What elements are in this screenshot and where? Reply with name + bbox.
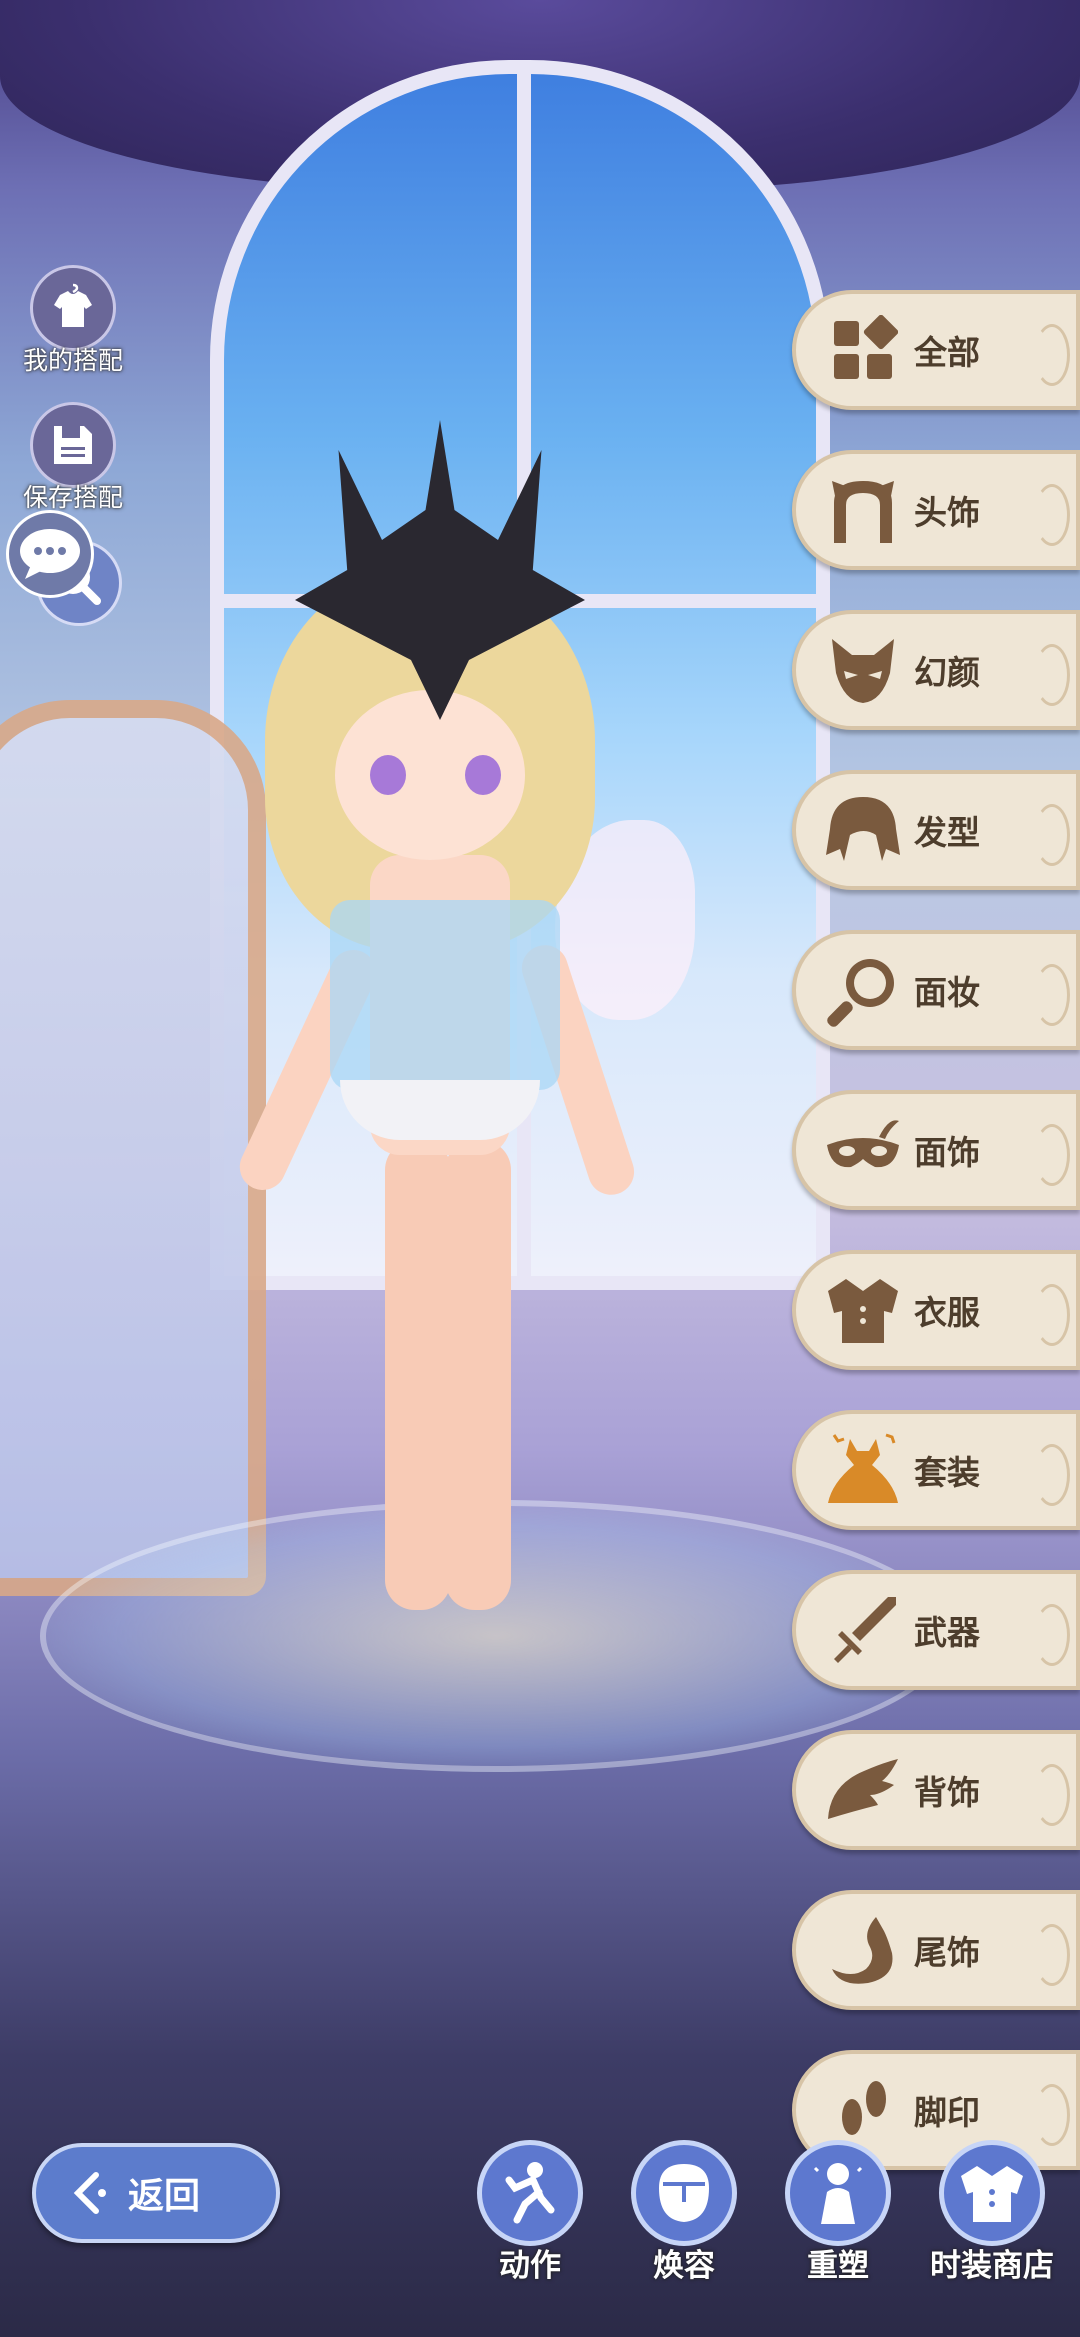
tab-swirl xyxy=(1034,1764,1070,1826)
body-reshape-icon xyxy=(785,2140,891,2246)
character-skirt xyxy=(340,1080,540,1140)
game-screen: { "left_actions": { "my_outfits_label": … xyxy=(0,0,1080,2337)
tab-swirl xyxy=(1034,2084,1070,2146)
tab-swirl xyxy=(1034,1924,1070,1986)
back-label: 返回 xyxy=(128,2176,201,2217)
pose-icon xyxy=(477,2140,583,2246)
fashion-shop-button[interactable]: 时装商店 xyxy=(922,2140,1062,2285)
tab-makeup[interactable]: 面妆 xyxy=(792,930,1080,1050)
tab-weapon-label: 武器 xyxy=(914,1613,980,1652)
reshape-button[interactable]: 重塑 xyxy=(768,2140,908,2285)
tab-swirl xyxy=(1034,484,1070,546)
tab-hairstyle[interactable]: 发型 xyxy=(792,770,1080,890)
grid-icon xyxy=(822,309,904,391)
back-button[interactable]: 返回 xyxy=(32,2143,280,2243)
save-outfit-button[interactable]: 保存搭配 xyxy=(18,402,128,514)
wing-icon xyxy=(822,1749,904,1831)
tail-icon xyxy=(822,1909,904,1991)
tab-swirl xyxy=(1034,1284,1070,1346)
fox-mask-icon xyxy=(822,629,904,711)
hair-icon xyxy=(822,789,904,871)
tab-back-accessory[interactable]: 背饰 xyxy=(792,1730,1080,1850)
tab-hairstyle-label: 发型 xyxy=(914,813,980,852)
tab-tail-accessory[interactable]: 尾饰 xyxy=(792,1890,1080,2010)
jacket-icon xyxy=(822,1269,904,1351)
tab-swirl xyxy=(1034,1604,1070,1666)
character-right-eye xyxy=(465,755,501,795)
tab-makeup-label: 面妆 xyxy=(914,973,980,1012)
face-icon xyxy=(631,2140,737,2246)
face-edit-label: 焕容 xyxy=(653,2248,715,2284)
tab-suit[interactable]: 套装 xyxy=(792,1410,1080,1530)
chat-button[interactable] xyxy=(6,510,94,598)
my-outfits-button[interactable]: 我的搭配 xyxy=(18,265,128,377)
pose-label: 动作 xyxy=(499,2248,561,2284)
masquerade-mask-icon xyxy=(822,1109,904,1191)
tab-all-label: 全部 xyxy=(914,333,980,372)
character-left-eye xyxy=(370,755,406,795)
tab-swirl xyxy=(1034,964,1070,1026)
tab-footprint-label: 脚印 xyxy=(914,2093,980,2132)
fashion-shop-label: 时装商店 xyxy=(930,2248,1054,2284)
back-arrow-icon xyxy=(73,2172,106,2214)
tab-face-accessory[interactable]: 面饰 xyxy=(792,1090,1080,1210)
tab-all[interactable]: 全部 xyxy=(792,290,1080,410)
tab-face-accessory-label: 面饰 xyxy=(914,1133,980,1172)
cat-ears-icon xyxy=(822,469,904,551)
shirt-hanger-icon xyxy=(30,265,116,351)
tab-swirl xyxy=(1034,1124,1070,1186)
save-outfit-label: 保存搭配 xyxy=(22,483,123,512)
tab-suit-label: 套装 xyxy=(914,1453,980,1492)
tab-clothes-label: 衣服 xyxy=(914,1293,980,1332)
tab-headwear[interactable]: 头饰 xyxy=(792,450,1080,570)
reshape-label: 重塑 xyxy=(807,2248,869,2284)
tab-swirl xyxy=(1034,644,1070,706)
save-disk-icon xyxy=(30,402,116,488)
sword-icon xyxy=(822,1589,904,1671)
character-right-leg xyxy=(445,1140,511,1610)
tab-tail-accessory-label: 尾饰 xyxy=(914,1933,980,1972)
tab-illusion-face-label: 幻颜 xyxy=(914,653,980,692)
character-left-leg xyxy=(385,1140,451,1610)
tab-swirl xyxy=(1034,324,1070,386)
tab-weapon[interactable]: 武器 xyxy=(792,1570,1080,1690)
tab-clothes[interactable]: 衣服 xyxy=(792,1250,1080,1370)
pose-button[interactable]: 动作 xyxy=(460,2140,600,2285)
dress-icon xyxy=(822,1429,904,1511)
tab-back-accessory-label: 背饰 xyxy=(914,1773,980,1812)
tab-swirl xyxy=(1034,1444,1070,1506)
hand-mirror-icon xyxy=(822,949,904,1031)
chat-bubble-icon xyxy=(20,529,80,579)
tab-swirl xyxy=(1034,804,1070,866)
tab-illusion-face[interactable]: 幻颜 xyxy=(792,610,1080,730)
footprint-icon xyxy=(822,2069,904,2151)
my-outfits-label: 我的搭配 xyxy=(22,346,123,375)
standing-mirror xyxy=(0,700,266,1596)
tab-headwear-label: 头饰 xyxy=(914,493,980,532)
face-edit-button[interactable]: 焕容 xyxy=(614,2140,754,2285)
fashion-shop-icon xyxy=(939,2140,1045,2246)
character-top xyxy=(330,900,560,1090)
